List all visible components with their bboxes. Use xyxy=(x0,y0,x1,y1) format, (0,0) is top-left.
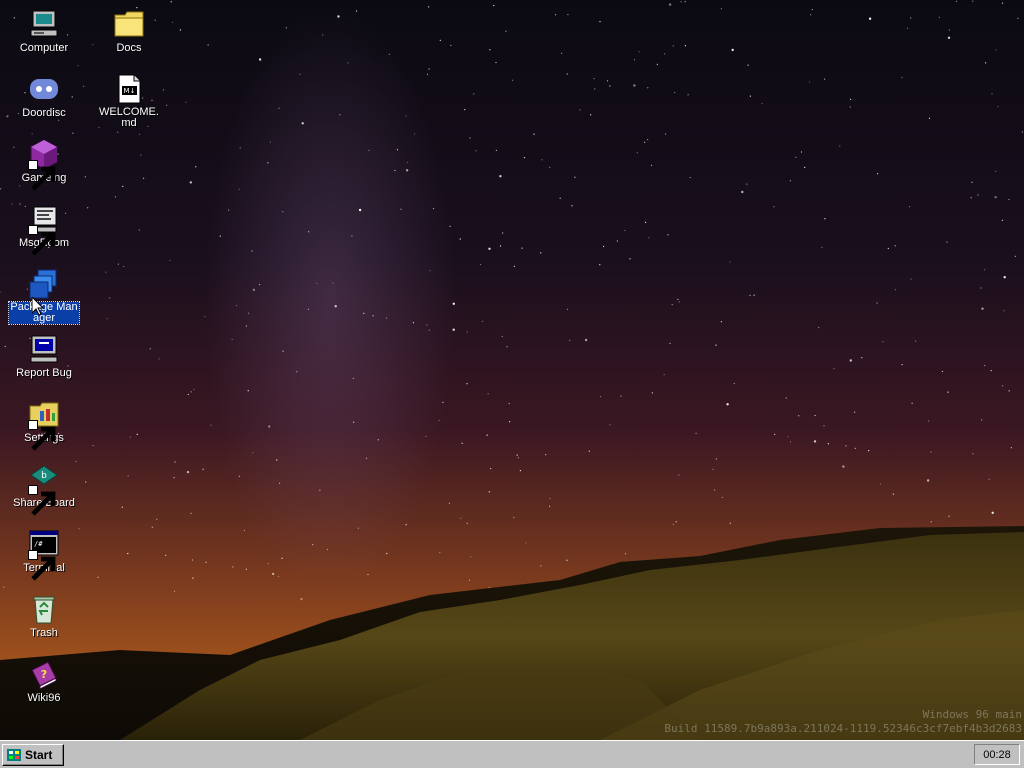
desktop-icon-share-board[interactable]: b Share Board xyxy=(9,463,79,516)
computer-icon xyxy=(28,8,60,40)
desktop-icon-label: Package Manager xyxy=(8,301,80,325)
desktop-icon-label: Report Bug xyxy=(16,367,72,379)
discord-icon xyxy=(28,73,60,105)
package-icon xyxy=(28,268,60,300)
desktop-icon-wiki96[interactable]: ? Wiki96 xyxy=(9,658,79,704)
svg-text:M↓: M↓ xyxy=(124,87,136,95)
folder-icon xyxy=(113,8,145,40)
desktop-icon-terminal[interactable]: /# Terminal xyxy=(9,528,79,581)
desktop[interactable]: Computer Doordisc Gameing MsgRoom Package Ma… xyxy=(0,0,1024,740)
desktop-icon-doordisc[interactable]: Doordisc xyxy=(9,73,79,119)
desktop-icon-package-manager[interactable]: Package Manager xyxy=(8,268,80,325)
chat-computer-icon xyxy=(28,203,60,256)
svg-text:?: ? xyxy=(41,668,47,681)
help-book-icon: ? xyxy=(28,658,60,690)
desktop-icon-msgroom[interactable]: MsgRoom xyxy=(9,203,79,256)
desktop-icon-label: Doordisc xyxy=(22,107,66,119)
svg-text:b: b xyxy=(41,471,47,481)
taskbar-clock[interactable]: 00:28 xyxy=(974,744,1020,765)
taskbar: Start 00:28 xyxy=(0,740,1024,768)
markdown-file-icon: M↓ xyxy=(113,73,145,105)
terminal-icon: /# xyxy=(28,528,60,581)
desktop-icon-label: Trash xyxy=(30,627,58,639)
game-cube-icon xyxy=(28,138,60,191)
desktop-icon-label: Wiki96 xyxy=(27,692,61,704)
windows-logo-icon xyxy=(7,749,21,761)
desktop-icon-settings[interactable]: Settings xyxy=(9,398,79,451)
desktop-icon-label: Docs xyxy=(116,42,142,54)
desktop-icon-gameing[interactable]: Gameing xyxy=(9,138,79,191)
desktop-icon-computer[interactable]: Computer xyxy=(9,8,79,54)
build-title: Windows 96 main xyxy=(922,708,1022,721)
build-watermark: Windows 96 main Build 11589.7b9a893a.211… xyxy=(664,708,1022,736)
shortcut-arrow-icon xyxy=(28,550,56,581)
desktop-icon-report-bug[interactable]: Report Bug xyxy=(9,333,79,379)
shortcut-arrow-icon xyxy=(28,160,56,191)
desktop-icon-label: WELCOME.md xyxy=(99,106,159,129)
desktop-icon-welcome-md[interactable]: M↓ WELCOME.md xyxy=(94,73,164,129)
desktop-icon-label: Computer xyxy=(19,42,69,54)
recycle-bin-icon xyxy=(28,593,60,625)
settings-folder-icon xyxy=(28,398,60,451)
share-board-icon: b xyxy=(28,463,60,516)
shortcut-arrow-icon xyxy=(28,485,56,516)
desktop-icon-docs[interactable]: Docs xyxy=(94,8,164,54)
svg-text:/#: /# xyxy=(34,540,43,548)
bug-report-icon xyxy=(28,333,60,365)
shortcut-arrow-icon xyxy=(28,225,56,256)
build-number: Build 11589.7b9a893a.211024-1119.52346c3… xyxy=(664,722,1022,735)
mouse-cursor-icon xyxy=(32,297,44,316)
start-label: Start xyxy=(25,748,53,762)
start-button[interactable]: Start xyxy=(2,744,64,766)
desktop-icon-trash[interactable]: Trash xyxy=(9,593,79,639)
shortcut-arrow-icon xyxy=(28,420,56,451)
